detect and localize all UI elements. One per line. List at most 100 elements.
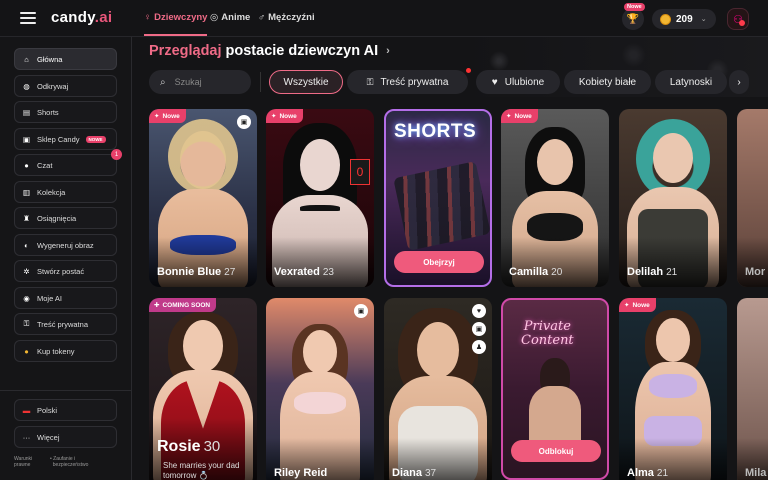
trophy-icon: ♜ — [23, 213, 30, 223]
sidebar-item-moje-ai[interactable]: ◉ Moje AI — [14, 287, 117, 309]
plus-icon: ✚ — [154, 302, 160, 309]
heart-icon: ♥ — [491, 76, 498, 88]
new-badge: ✦ Nowe — [501, 109, 538, 123]
filter-divider — [260, 72, 261, 92]
unread-count: 1 — [111, 149, 122, 160]
language-selector[interactable]: ▬ Polski — [14, 399, 117, 421]
tab-dziewczyny[interactable]: ♀ Dziewczyny — [144, 12, 208, 36]
divider — [0, 390, 132, 391]
character-age: 21 — [666, 267, 678, 278]
menu-icon[interactable] — [20, 12, 36, 24]
character-card-alma[interactable]: ✦ Nowe Alma 21 — [619, 298, 727, 480]
trophy-icon: 🏆 — [626, 13, 640, 25]
sidebar-item-tokeny[interactable]: ● Kup tokeny — [14, 340, 117, 362]
shorts-icon: ▤ — [22, 107, 31, 117]
achievements-button[interactable]: Nowe 🏆 — [622, 3, 645, 30]
gallery-icon: ▣ — [237, 115, 251, 129]
anime-icon: ◎ — [210, 12, 219, 23]
male-icon: ♂ — [258, 12, 266, 23]
shorts-card[interactable]: SHORTS Obejrzyj — [384, 109, 492, 287]
filter-ulubione[interactable]: ♥ Ulubione — [476, 70, 560, 94]
character-name: Camilla — [509, 266, 549, 278]
token-balance: 209 — [676, 13, 693, 25]
new-badge: ✦ Nowe — [266, 109, 303, 123]
sidebar: ⌂ Główna ◍ Odkrywaj ▤ Shorts ▣ Sklep Candy NO… — [0, 37, 132, 480]
lock-icon: ⚿ — [23, 319, 30, 328]
shop-icon: ▣ — [22, 134, 31, 144]
character-name: Alma — [627, 467, 654, 479]
character-card-partial[interactable]: Mor — [737, 109, 768, 287]
character-name: Diana — [392, 467, 422, 479]
character-card-partial[interactable]: Mila — [737, 298, 768, 480]
terms-link[interactable]: Warunki prawne — [14, 456, 32, 468]
new-badge: Nowe — [624, 3, 645, 11]
coming-soon-badge: ✚ COMING SOON — [149, 298, 217, 312]
character-card-delilah[interactable]: Delilah 21 — [619, 109, 727, 287]
chevron-right-icon: › — [386, 45, 390, 57]
sidebar-item-wygeneruj[interactable]: ◐ Wygeneruj obraz — [14, 234, 117, 256]
character-name: Vexrated — [274, 266, 320, 278]
female-icon: ♀ — [144, 12, 152, 23]
image-icon: ◐ — [24, 240, 29, 250]
coin-icon — [660, 13, 671, 25]
home-icon: ⌂ — [24, 54, 29, 64]
character-name: Bonnie Blue — [157, 266, 222, 278]
sidebar-item-odkrywaj[interactable]: ◍ Odkrywaj — [14, 75, 117, 97]
shorts-title: SHORTS — [394, 121, 477, 142]
character-age: 27 — [224, 267, 236, 278]
character-card-riley-reid[interactable]: ▣ Riley Reid — [266, 298, 374, 480]
filter-kobiety-biale[interactable]: Kobiety białe — [564, 70, 651, 94]
main-content: Przeglądaj postacie dziewczyn AI › ⌕ Szu… — [132, 37, 768, 480]
chevron-down-icon: ⌄ — [700, 16, 707, 23]
lock-icon: ⚿ — [366, 76, 374, 87]
more-button[interactable]: ··· Więcej — [14, 426, 117, 448]
film-strip-image — [393, 161, 490, 251]
collection-icon: ▥ — [22, 187, 31, 197]
character-name: Riley Reid — [274, 467, 328, 479]
filter-latynoski[interactable]: Latynoski — [655, 70, 727, 94]
filter-tresc-prywatna[interactable]: ⚿ Treść prywatna — [347, 68, 471, 94]
top-bar: candy.ai ♀ Dziewczyny ◎ Anime ♂ Mężczyźn… — [0, 0, 768, 37]
sidebar-item-osiagniecia[interactable]: ♜ Osiągnięcia — [14, 207, 117, 229]
trust-safety-link[interactable]: • Zaufanie i bezpieczeństwo — [50, 456, 88, 468]
sidebar-item-kolekcja[interactable]: ▥ Kolekcja — [14, 181, 117, 203]
sidebar-item-tresc[interactable]: ⚿ Treść prywatna — [14, 313, 117, 335]
sidebar-item-glowna[interactable]: ⌂ Główna — [14, 48, 117, 70]
watch-button[interactable]: Obejrzyj — [394, 251, 484, 273]
new-badge: ✦ Nowe — [619, 298, 656, 312]
character-card-camilla[interactable]: ✦ Nowe Camilla 20 — [501, 109, 609, 287]
chevron-right-icon[interactable]: › — [729, 70, 749, 94]
tokens-button[interactable]: 209 ⌄ — [652, 9, 716, 29]
search-input[interactable]: ⌕ Szukaj — [149, 70, 251, 94]
character-card-bonnie-blue[interactable]: ✦ Nowe ▣ Bonnie Blue 27 — [149, 109, 257, 287]
coin-icon: ● — [24, 346, 29, 356]
search-icon: ⌕ — [160, 76, 166, 88]
character-card-diana[interactable]: ♥ ▣ ♟ Diana 37 — [384, 298, 492, 480]
sparkle-icon: ✦ — [506, 113, 512, 120]
private-content-title: Private Content — [521, 319, 574, 348]
notification-dot — [466, 68, 471, 73]
tab-anime[interactable]: ◎ Anime — [210, 12, 250, 23]
character-card-vexrated[interactable]: 0 ✦ Nowe Vexrated 23 — [266, 109, 374, 287]
character-name: Delilah — [627, 266, 664, 278]
new-badge: ✦ Nowe — [149, 109, 186, 123]
user-avatar-button[interactable]: ⚇ — [727, 8, 749, 30]
heart-icon[interactable]: ♥ — [472, 304, 486, 318]
logo[interactable]: candy.ai — [51, 9, 112, 26]
sidebar-item-sklep[interactable]: ▣ Sklep Candy NOWE — [14, 128, 117, 150]
character-card-rosie[interactable]: ✚ COMING SOON Rosie 30 She marries your da… — [149, 298, 257, 480]
character-tagline: She marries your dad tomorrow 💍 — [163, 461, 240, 480]
private-content-card[interactable]: Private Content Odblokuj — [501, 298, 609, 480]
tab-mezczyzni[interactable]: ♂ Mężczyźni — [258, 12, 315, 23]
character-name: Mor — [745, 266, 766, 278]
filter-wszystkie[interactable]: Wszystkie — [269, 70, 343, 94]
unlock-button[interactable]: Odblokuj — [511, 440, 601, 462]
character-age: 23 — [322, 267, 334, 278]
sidebar-item-shorts[interactable]: ▤ Shorts — [14, 101, 117, 123]
sidebar-item-czat[interactable]: ● Czat 1 — [14, 149, 122, 176]
wand-icon: ✲ — [23, 266, 30, 276]
ai-icon: ◉ — [23, 293, 30, 303]
character-age: 30 — [203, 438, 221, 455]
sidebar-item-stworz[interactable]: ✲ Stwórz postać — [14, 260, 117, 282]
page-title[interactable]: Przeglądaj postacie dziewczyn AI › — [149, 43, 390, 59]
